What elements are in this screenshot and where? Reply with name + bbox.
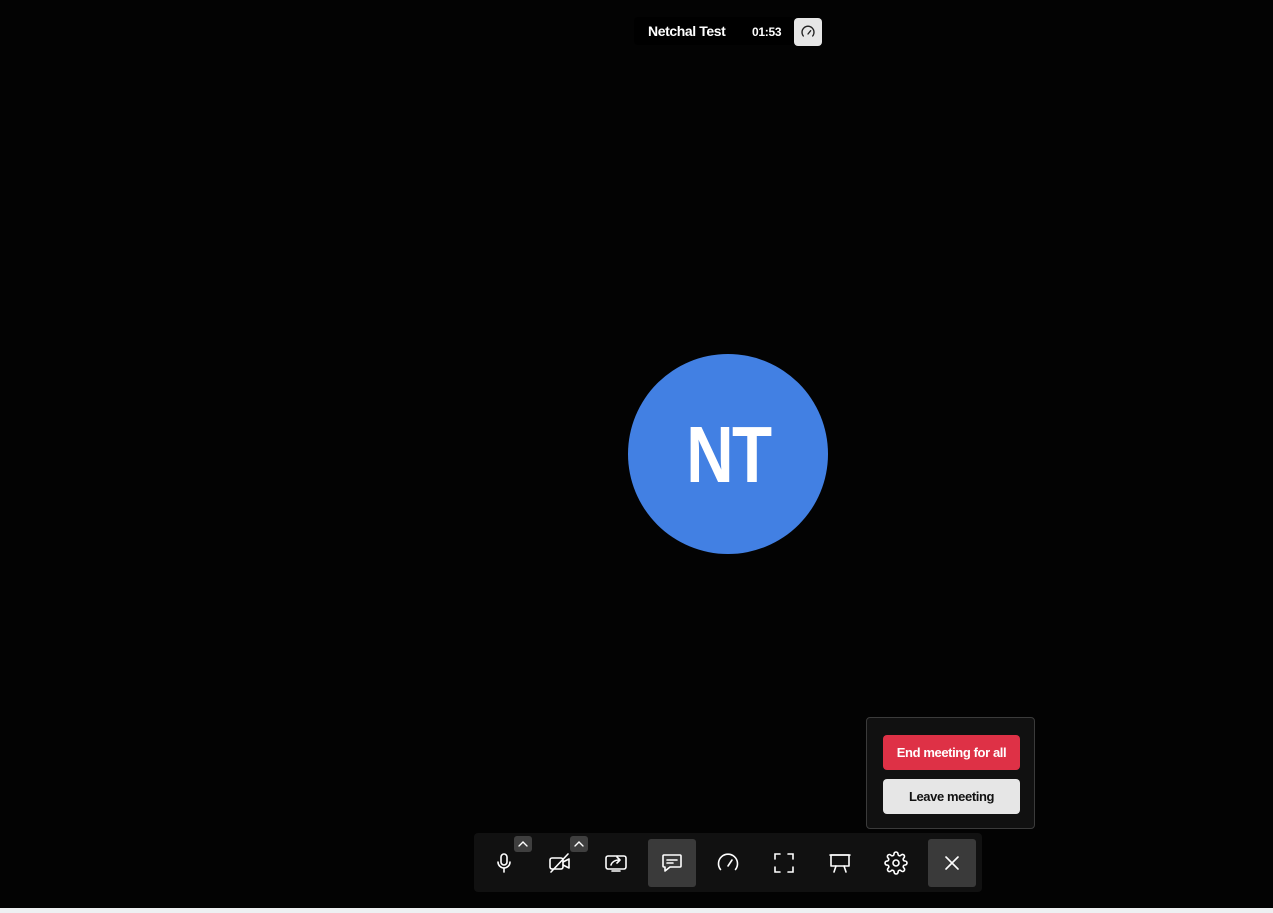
page-bottom-edge xyxy=(0,908,1273,913)
meeting-name: Netchal Test xyxy=(648,23,726,39)
whiteboard-button[interactable] xyxy=(816,839,864,887)
fullscreen-button[interactable] xyxy=(760,839,808,887)
speedometer-icon xyxy=(717,853,739,871)
meeting-info-bar: Netchal Test 01:53 xyxy=(634,17,794,45)
speedometer-icon xyxy=(801,25,815,37)
fullscreen-icon xyxy=(774,853,794,873)
connection-stats-button[interactable] xyxy=(794,18,822,46)
performance-button[interactable] xyxy=(704,839,752,887)
meeting-toolbar xyxy=(474,833,982,892)
participant-avatar: NT xyxy=(628,354,828,554)
close-icon xyxy=(945,856,959,870)
camera-options-caret[interactable] xyxy=(570,836,588,852)
share-screen-button[interactable] xyxy=(592,839,640,887)
gear-icon xyxy=(884,851,908,875)
microphone-options-caret[interactable] xyxy=(514,836,532,852)
end-meeting-for-all-button[interactable]: End meeting for all xyxy=(883,735,1020,770)
leave-meeting-popup: End meeting for all Leave meeting xyxy=(866,717,1035,829)
leave-meeting-button[interactable]: Leave meeting xyxy=(883,779,1020,814)
microphone-icon xyxy=(497,853,511,873)
chevron-up-icon xyxy=(518,841,528,847)
settings-button[interactable] xyxy=(872,839,920,887)
camera-off-icon xyxy=(549,853,570,873)
avatar-initials: NT xyxy=(685,410,772,499)
share-screen-icon xyxy=(605,855,627,872)
chevron-up-icon xyxy=(574,841,584,847)
end-call-button[interactable] xyxy=(928,839,976,887)
chat-button[interactable] xyxy=(648,839,696,887)
chat-icon xyxy=(662,854,682,872)
whiteboard-icon xyxy=(829,854,851,873)
meeting-timer: 01:53 xyxy=(752,25,782,39)
